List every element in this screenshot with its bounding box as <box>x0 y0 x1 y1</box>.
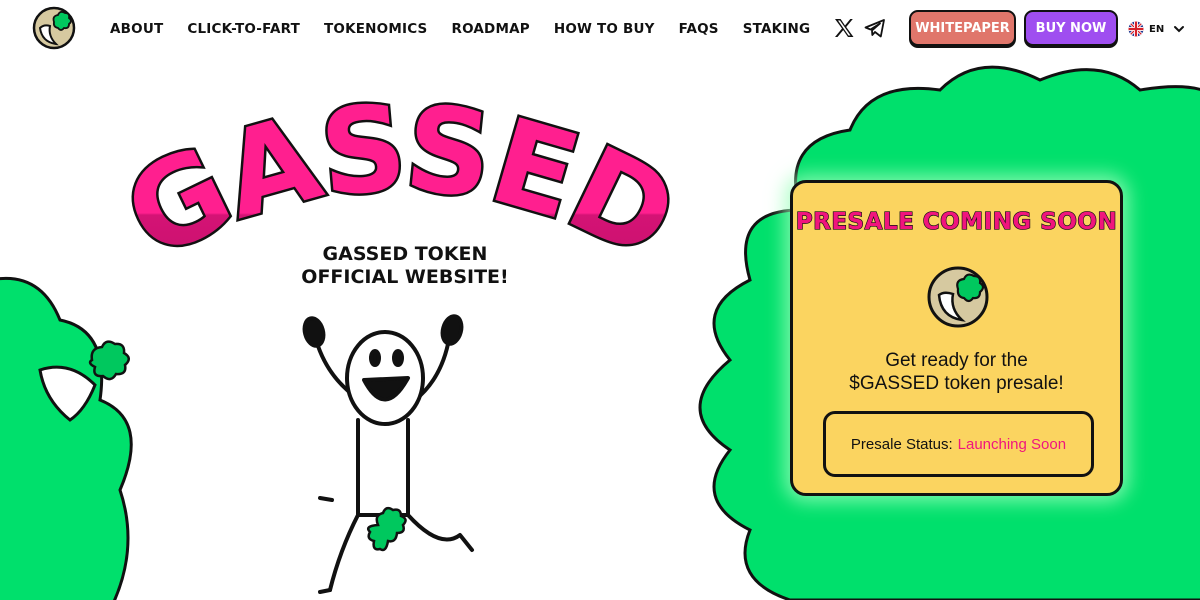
nav-how-to-buy[interactable]: HOW TO BUY <box>554 21 655 37</box>
nav-faqs[interactable]: FAQS <box>679 21 719 37</box>
presale-status-label: Presale Status: <box>850 435 953 453</box>
left-fart-cloud <box>0 276 133 600</box>
hero-subtitle: GASSED TOKEN OFFICIAL WEBSITE! <box>300 243 510 289</box>
stickman-illustration <box>302 314 474 594</box>
presale-text-line2: $GASSED token presale! <box>849 373 1064 394</box>
nav-roadmap[interactable]: ROADMAP <box>451 21 529 37</box>
site-header: ABOUT CLICK-TO-FART TOKENOMICS ROADMAP H… <box>0 0 1200 58</box>
nav-about[interactable]: ABOUT <box>110 21 163 37</box>
chevron-down-icon <box>1174 26 1185 33</box>
nav-staking[interactable]: STAKING <box>743 21 811 37</box>
whitepaper-button[interactable]: WHITEPAPER <box>909 10 1016 46</box>
presale-status-box: Presale Status: Launching Soon <box>823 411 1094 477</box>
presale-text-line1: Get ready for the <box>885 350 1028 371</box>
buy-now-button[interactable]: BUY NOW <box>1024 10 1118 46</box>
fart-cloud-logo-icon[interactable] <box>32 6 76 50</box>
presale-status-value: Launching Soon <box>957 435 1067 453</box>
main-nav: ABOUT CLICK-TO-FART TOKENOMICS ROADMAP H… <box>110 0 834 58</box>
presale-card: PRESALE COMING SOON Get ready for the $G… <box>790 180 1123 496</box>
telegram-icon[interactable] <box>864 17 886 39</box>
nav-tokenomics[interactable]: TOKENOMICS <box>324 21 427 37</box>
language-selector[interactable]: EN <box>1128 19 1185 39</box>
hero-subtitle-line1: GASSED TOKEN <box>322 243 488 265</box>
hero-subtitle-line2: OFFICIAL WEBSITE! <box>301 266 509 288</box>
presale-text: Get ready for the $GASSED token presale! <box>793 349 1120 395</box>
gassed-token-logo-icon <box>927 266 989 328</box>
x-icon[interactable] <box>833 17 855 39</box>
presale-title: PRESALE COMING SOON <box>795 208 1118 235</box>
nav-click-to-fart[interactable]: CLICK-TO-FART <box>187 21 300 37</box>
uk-flag-icon <box>1128 21 1144 37</box>
language-code: EN <box>1149 23 1165 35</box>
